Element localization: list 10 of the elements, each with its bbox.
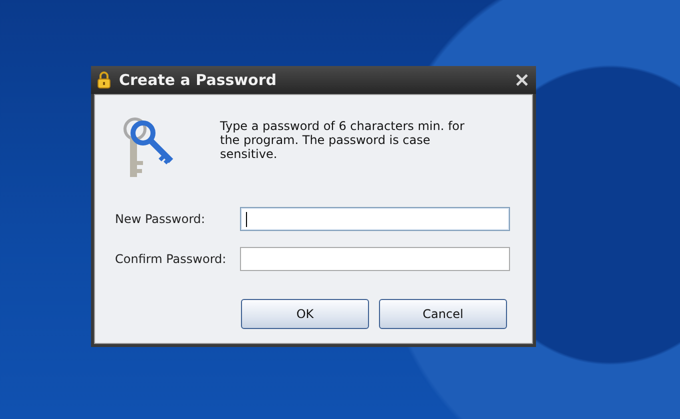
password-field[interactable] — [240, 207, 510, 231]
close-button[interactable] — [514, 72, 530, 88]
field-label: New Password: — [115, 212, 206, 226]
window-title: Create a Password — [119, 71, 278, 89]
ok-button[interactable]: OK — [241, 299, 369, 329]
cancel-button[interactable]: Cancel — [379, 299, 507, 329]
padlock-icon — [97, 71, 111, 89]
instruction-text: Type a password of 6 characters min. for the program. The password is case sensitive. — [220, 119, 466, 163]
field-label: Confirm Password: — [115, 252, 228, 266]
password-field[interactable] — [240, 247, 510, 271]
